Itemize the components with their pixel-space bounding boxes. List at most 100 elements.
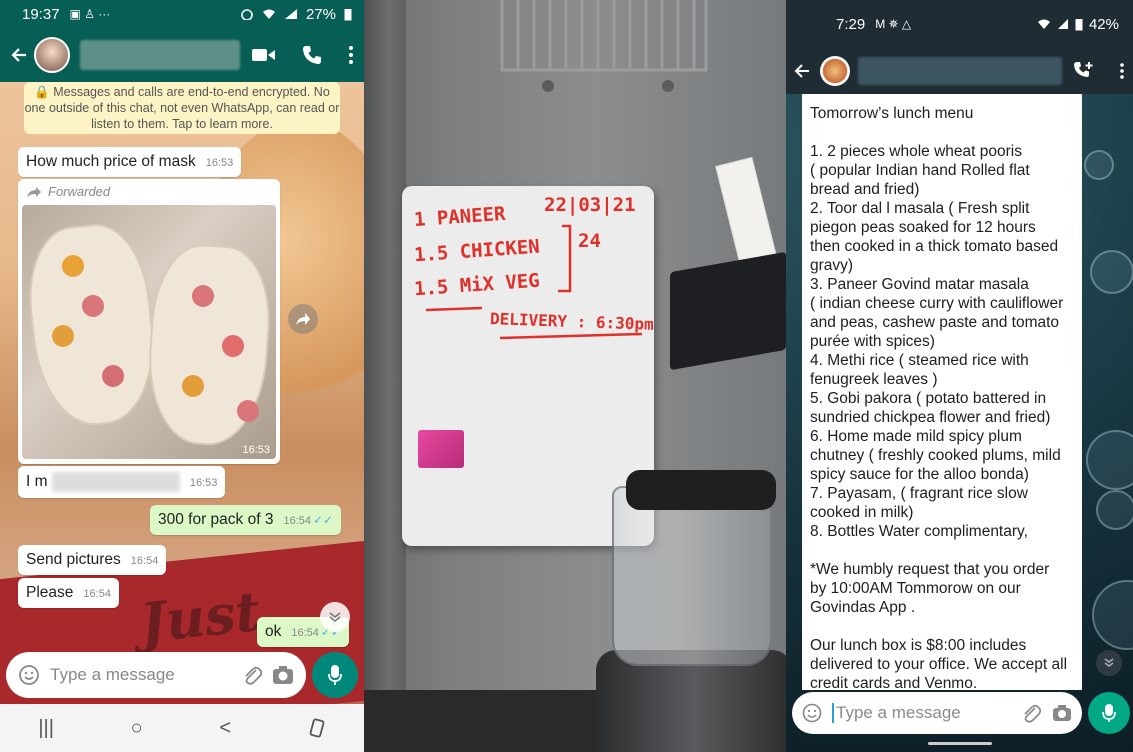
wallpaper-bubble xyxy=(1096,490,1133,530)
microphone-icon xyxy=(328,665,342,685)
menu-line: and peas, cashew paste and tomato xyxy=(810,314,1060,331)
video-call-icon[interactable] xyxy=(252,47,276,63)
message-input-bar[interactable]: Type a message xyxy=(6,652,306,698)
voice-message-button[interactable] xyxy=(312,652,358,698)
menu-line: 1. 2 pieces whole wheat pooris xyxy=(810,143,1022,160)
menu-line: ( indian cheese curry with cauliflower xyxy=(810,295,1064,312)
back-arrow-icon[interactable] xyxy=(794,62,812,80)
back-button[interactable]: < xyxy=(219,717,231,740)
message-bubble-outgoing[interactable]: 300 for pack of 3 16:54 ✓✓ xyxy=(150,505,342,535)
signal-icon xyxy=(284,9,297,19)
blender-jar xyxy=(612,486,772,666)
emoji-icon[interactable] xyxy=(802,703,822,723)
android-nav-bar: ||| ○ < xyxy=(0,704,364,752)
voice-call-icon[interactable] xyxy=(302,45,322,65)
message-text: I m xyxy=(26,473,48,491)
flower-embroidery xyxy=(82,295,104,317)
menu-line: cooked in milk) xyxy=(810,504,914,521)
contact-name-redacted[interactable] xyxy=(80,40,240,70)
double-chevron-down-icon xyxy=(1104,658,1114,667)
menu-line: Tomorrow’s lunch menu xyxy=(810,105,974,122)
menu-line xyxy=(810,541,1074,560)
recents-button[interactable]: ||| xyxy=(38,717,54,740)
message-bubble-incoming[interactable]: Please 16:54 xyxy=(18,578,119,608)
camera-icon[interactable] xyxy=(272,665,294,685)
wifi-icon xyxy=(262,9,275,19)
menu-line: spicy sauce for the alloo bonda) xyxy=(810,466,1029,483)
lunch-menu-message[interactable]: Tomorrow’s lunch menu 1. 2 pieces whole … xyxy=(802,94,1082,690)
alarm-icon xyxy=(241,9,253,20)
attach-icon[interactable] xyxy=(1022,703,1042,723)
gesture-nav-handle[interactable] xyxy=(928,742,992,745)
menu-line xyxy=(810,123,1074,142)
emoji-icon[interactable] xyxy=(18,664,40,686)
menu-line: sundried chickpea flower and fried) xyxy=(810,409,1051,426)
message-bubble-incoming[interactable]: Send pictures 16:54 xyxy=(18,545,167,575)
message-bubble-incoming[interactable]: How much price of mask 16:53 xyxy=(18,147,242,177)
menu-line: gravy) xyxy=(810,257,854,274)
menu-line: Our lunch box is $8:00 includes xyxy=(810,637,1027,654)
back-arrow-icon[interactable] xyxy=(10,45,30,65)
scroll-to-bottom-button[interactable] xyxy=(1096,650,1122,676)
face-masks-photo[interactable] xyxy=(22,205,276,459)
wifi-icon xyxy=(1037,19,1050,29)
menu-line: ( popular Indian hand Rolled flat xyxy=(810,162,1030,179)
battery-icon xyxy=(344,8,352,20)
menu-line: chutney ( freshly cooked plums, mild xyxy=(810,447,1061,464)
forward-arrow-icon xyxy=(27,186,41,197)
contact-avatar[interactable] xyxy=(820,56,850,86)
menu-line: 2. Toor dal l masala ( Fresh split xyxy=(810,200,1030,217)
message-input[interactable]: Type a message xyxy=(50,665,232,685)
wallpaper-bubble xyxy=(1086,430,1133,490)
message-time: 16:53 xyxy=(189,477,218,490)
message-time: 16:54 xyxy=(283,515,311,527)
menu-line: bread and fried) xyxy=(810,181,920,198)
more-options-icon[interactable] xyxy=(348,45,354,65)
message-time: 16:54 xyxy=(130,555,159,567)
share-button[interactable] xyxy=(288,304,318,334)
message-text: Please xyxy=(26,584,74,601)
read-ticks-icon: ✓✓ xyxy=(313,513,334,527)
menu-line: 7. Payasam, ( fragrant rice slow xyxy=(810,485,1028,502)
menu-line xyxy=(810,617,1074,636)
fridge-whiteboard-photo: 1 PANEER 1.5 CHICKEN 1.5 MiX VEG 22|03|2… xyxy=(364,0,786,752)
forwarded-image-message[interactable]: Forwarded 16:53 xyxy=(18,179,280,464)
attach-icon[interactable] xyxy=(242,664,262,686)
status-bar: 7:29 M ✵ △ 42% xyxy=(786,0,1133,48)
status-time: 19:37 xyxy=(22,5,60,23)
embroidered-mask xyxy=(22,219,163,431)
fridge-door-edge xyxy=(364,0,406,752)
status-bar: 19:37 ▣ ♙ ··· 27% xyxy=(0,0,364,28)
camera-icon[interactable] xyxy=(1052,704,1072,722)
flower-embroidery xyxy=(52,325,74,347)
wallpaper-bubble xyxy=(1092,580,1133,650)
rotate-screen-icon[interactable] xyxy=(308,718,326,738)
message-time: 16:54 xyxy=(291,627,319,639)
menu-line: 3. Paneer Govind matar masala xyxy=(810,276,1029,293)
pillow-script-decoration: Just xyxy=(136,578,264,656)
left-whatsapp-screenshot: Just 19:37 ▣ ♙ ··· 27% 🔒 Messages and ca… xyxy=(0,0,364,752)
contact-name-redacted[interactable] xyxy=(858,57,1062,85)
share-arrow-icon xyxy=(296,313,310,325)
add-call-icon[interactable] xyxy=(1073,61,1095,81)
scroll-to-bottom-button[interactable] xyxy=(320,602,350,632)
menu-line: delivered to your office. We accept all xyxy=(810,656,1068,673)
double-chevron-down-icon xyxy=(329,612,341,623)
message-text: How much price of mask xyxy=(26,153,196,170)
contact-avatar[interactable] xyxy=(34,37,70,73)
flower-embroidery xyxy=(102,365,124,387)
message-time: 16:54 xyxy=(83,588,111,600)
message-text: 300 for pack of 3 xyxy=(158,511,274,528)
message-input-bar[interactable]: Type a message xyxy=(792,692,1082,734)
more-options-icon[interactable] xyxy=(1119,62,1125,80)
menu-line: then cooked in a thick tomato based xyxy=(810,238,1059,255)
battery-percent: 42% xyxy=(1088,15,1119,33)
message-input[interactable]: Type a message xyxy=(832,703,1012,723)
home-button[interactable]: ○ xyxy=(131,717,143,740)
voice-message-button[interactable] xyxy=(1088,692,1130,734)
notification-icons: ▣ ♙ ··· xyxy=(69,7,111,21)
encryption-notice[interactable]: 🔒 Messages and calls are end-to-end encr… xyxy=(24,82,340,134)
menu-line: 6. Home made mild spicy plum xyxy=(810,428,1022,445)
flower-embroidery xyxy=(222,335,244,357)
message-bubble-incoming[interactable]: I m 16:53 xyxy=(18,466,226,498)
